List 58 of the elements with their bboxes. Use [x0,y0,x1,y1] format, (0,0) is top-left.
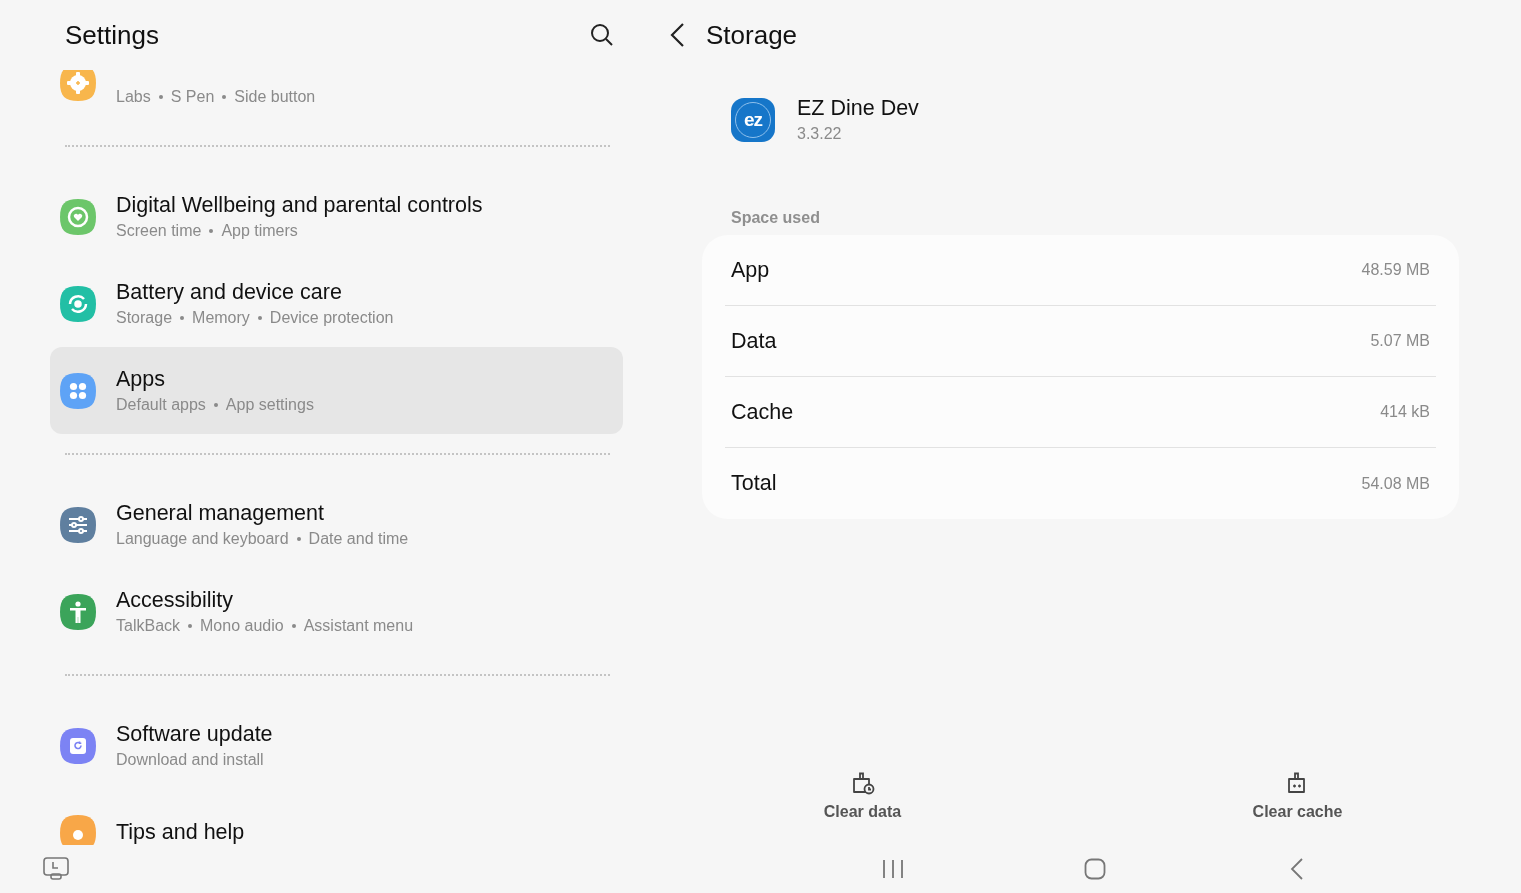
app-version: 3.3.22 [797,125,843,143]
screen-clock-icon[interactable] [43,857,69,881]
action-button[interactable]: Clear cache [1244,767,1351,825]
home-icon[interactable] [1084,858,1106,880]
recent-apps-icon[interactable] [882,859,904,879]
item-title: Accessibility [116,588,235,613]
item-subtitle: Screen time [116,222,202,240]
settings-item[interactable]: Tips and help [50,789,623,845]
separator-dot [209,229,214,233]
page-title: Storage [706,19,798,51]
item-title: Software update [116,722,273,747]
storage-label: Cache [731,399,794,425]
separator-dot [213,403,218,407]
item-subtitle: Side button [234,88,316,106]
separator-dot [158,95,163,99]
separator-dot [296,537,301,541]
settings-item[interactable]: Accessibility TalkBack Mono audio Assistant menu [50,568,623,655]
item-subtitle: TalkBack [116,617,181,635]
item-subtitle: Language and keyboard [116,530,289,548]
storage-label: Total [731,471,777,496]
item-subtitle: S Pen [170,88,215,106]
settings-item[interactable]: General management Language and keyboard Date and time [50,481,623,568]
storage-value: 5.07 MB [1370,332,1430,350]
separator-dot [180,316,185,320]
item-subtitle: Default apps [116,396,206,414]
separator-dot [291,624,296,628]
settings-item[interactable]: Digital Wellbeing and parental controls Screen time App timers [50,173,623,260]
item-subtitle: Assistant menu [303,617,414,635]
item-title: Battery and device care [116,280,343,305]
storage-label: Data [731,328,777,354]
settings-item[interactable]: Apps Default apps App settings [50,347,623,434]
app-name: EZ Dine Dev [797,96,919,121]
item-subtitle: Download and install [116,751,264,769]
item-title: Digital Wellbeing and parental controls [116,193,483,218]
item-subtitle: Date and time [308,530,409,548]
item-subtitle: Labs [116,88,151,106]
separator-dot [222,95,227,99]
action-button[interactable]: Clear data [815,767,910,825]
storage-label: App [731,257,770,283]
item-subtitle: App timers [221,222,298,240]
item-subtitle: Device protection [269,309,394,327]
separator-dot [257,316,262,320]
item-subtitle: Mono audio [200,617,284,635]
search-icon[interactable] [590,23,614,47]
separator-dot [188,624,193,628]
item-subtitle: Storage [116,309,173,327]
settings-item[interactable]: Software update Download and install [50,702,623,789]
item-subtitle: App settings [225,396,314,414]
storage-value: 414 kB [1380,403,1430,421]
settings-item[interactable]: Battery and device care Storage Memory Device protection [50,260,623,347]
item-title: General management [116,501,325,526]
section-label: Space used [731,209,821,227]
page-title: Settings [65,19,159,51]
storage-value: 54.08 MB [1361,474,1430,493]
item-title: Tips and help [116,820,245,845]
item-title: Apps [116,367,166,392]
storage-value: 48.59 MB [1361,261,1430,279]
item-subtitle: Memory [192,309,250,327]
